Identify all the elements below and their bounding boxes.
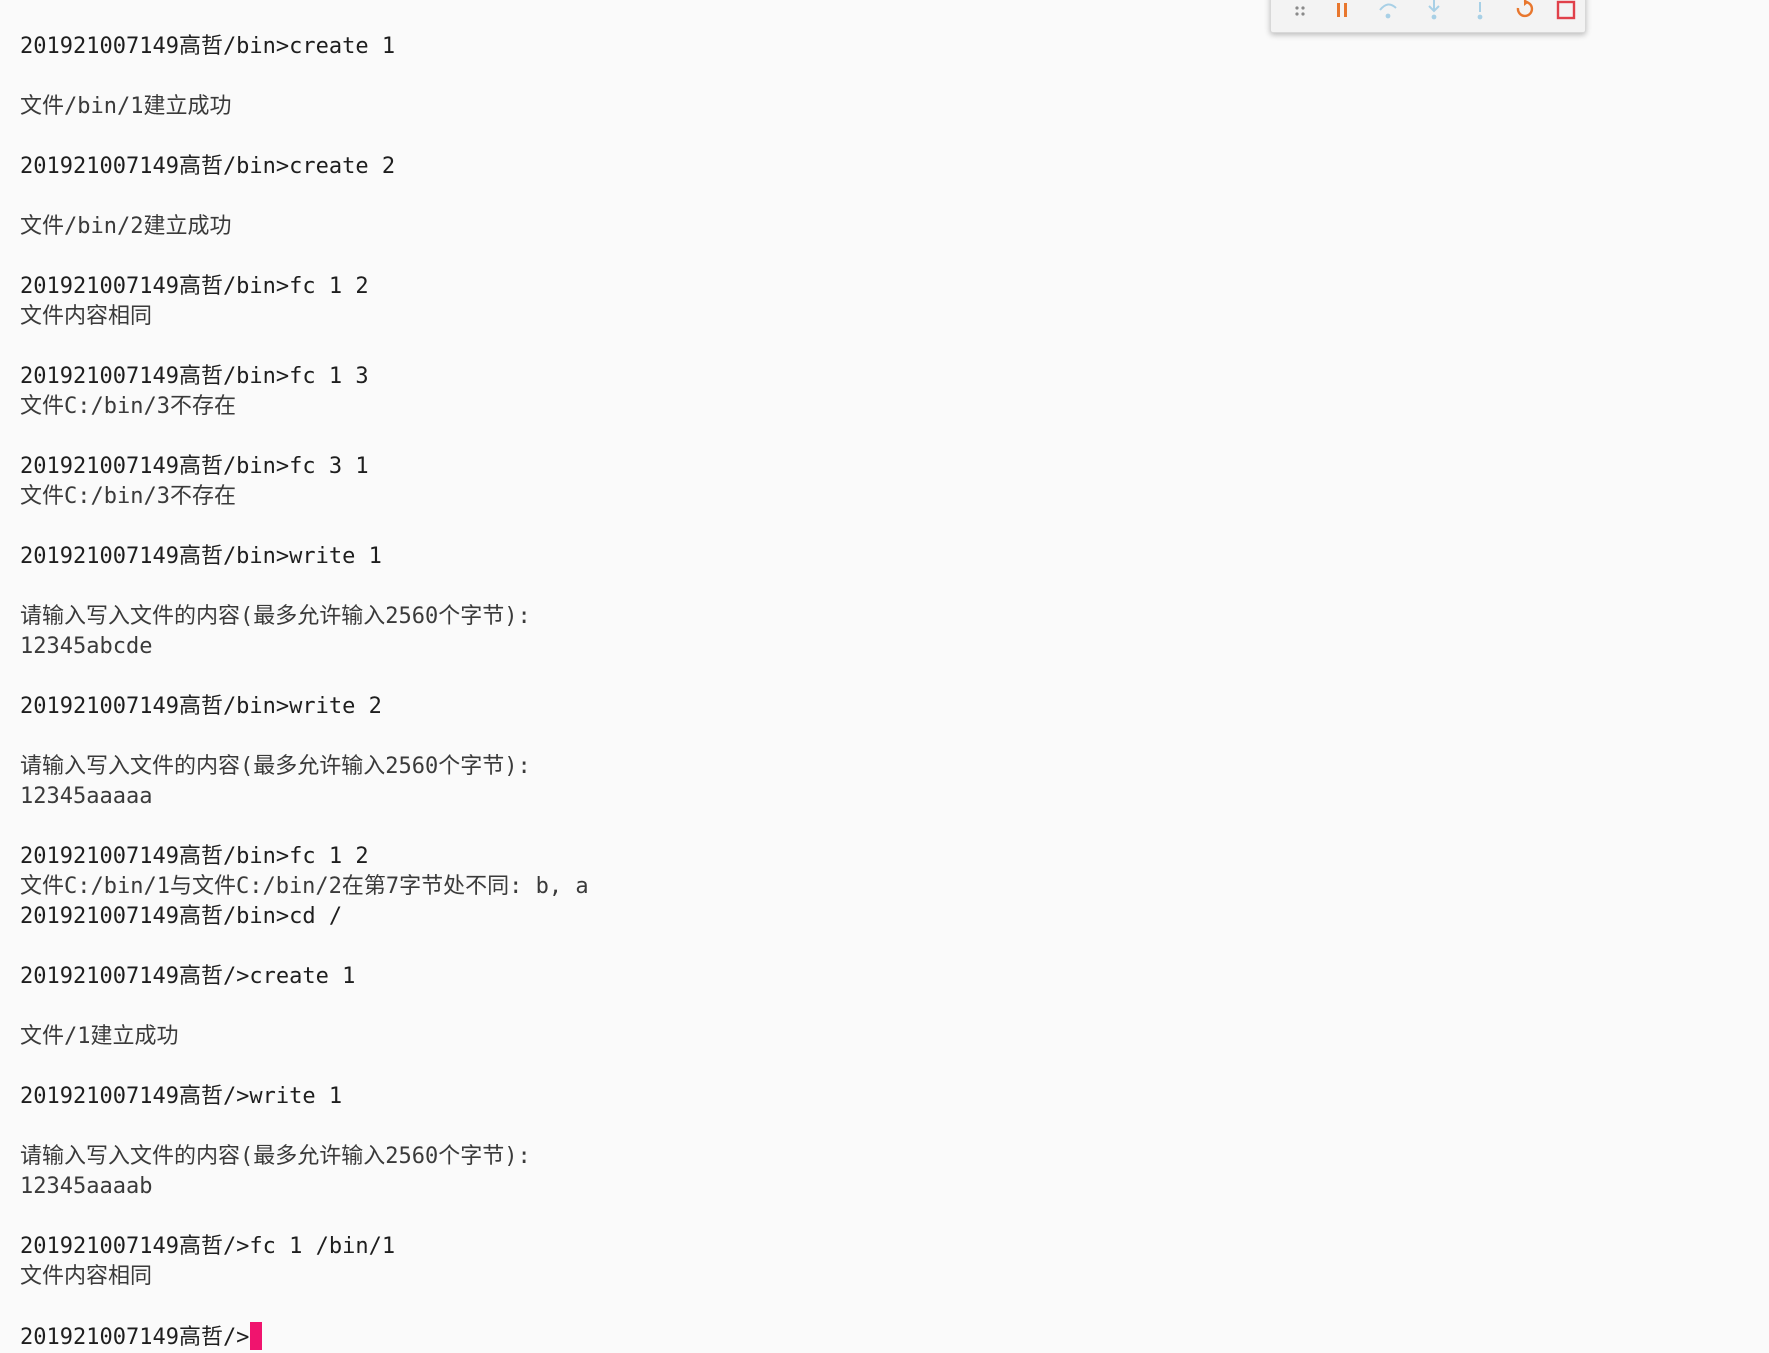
command-line: 201921007149高哲/bin>fc 1 2 [20,844,369,869]
output-line: 请输入写入文件的内容(最多允许输入2560个字节): [20,604,531,629]
command-line: 201921007149高哲/bin>cd / [20,904,343,929]
pause-icon[interactable] [1329,0,1355,22]
output-line: 文件C:/bin/3不存在 [20,484,236,509]
command-line: 201921007149高哲/bin>fc 1 3 [20,364,369,389]
command-line: 201921007149高哲/bin>create 1 [20,34,396,59]
output-line: 文件/bin/1建立成功 [20,94,232,119]
command-line: 201921007149高哲/bin>write 1 [20,544,382,569]
step-out-icon[interactable] [1467,0,1493,22]
stop-icon[interactable] [1553,0,1579,22]
restart-icon[interactable] [1511,0,1537,22]
output-line: 文件C:/bin/3不存在 [20,394,236,419]
prompt-line[interactable]: 201921007149高哲/> [20,1322,263,1352]
output-line: 文件C:/bin/1与文件C:/bin/2在第7字节处不同: b, a [20,874,589,899]
output-line: 12345aaaab [20,1174,153,1199]
prompt-text: 201921007149高哲/> [20,1325,250,1350]
terminal-output[interactable]: 201921007149高哲/bin>create 1 文件/bin/1建立成功… [0,0,1769,1353]
step-into-icon[interactable] [1421,0,1447,22]
output-line: 文件内容相同 [20,1264,153,1289]
command-line: 201921007149高哲/>create 1 [20,964,356,989]
output-line: 文件内容相同 [20,304,153,329]
output-line: 请输入写入文件的内容(最多允许输入2560个字节): [20,1144,531,1169]
drag-handle-icon[interactable] [1287,0,1313,22]
command-line: 201921007149高哲/bin>write 2 [20,694,382,719]
output-line: 请输入写入文件的内容(最多允许输入2560个字节): [20,754,531,779]
command-line: 201921007149高哲/bin>create 2 [20,154,396,179]
command-line: 201921007149高哲/>fc 1 /bin/1 [20,1234,396,1259]
output-line: 12345aaaaa [20,784,153,809]
output-line: 文件/bin/2建立成功 [20,214,232,239]
command-line: 201921007149高哲/>write 1 [20,1084,343,1109]
step-over-icon[interactable] [1375,0,1401,22]
command-line: 201921007149高哲/bin>fc 1 2 [20,274,369,299]
text-cursor [250,1322,263,1350]
command-line: 201921007149高哲/bin>fc 3 1 [20,454,369,479]
output-line: 12345abcde [20,634,153,659]
debug-toolbar [1270,0,1586,33]
output-line: 文件/1建立成功 [20,1024,179,1049]
